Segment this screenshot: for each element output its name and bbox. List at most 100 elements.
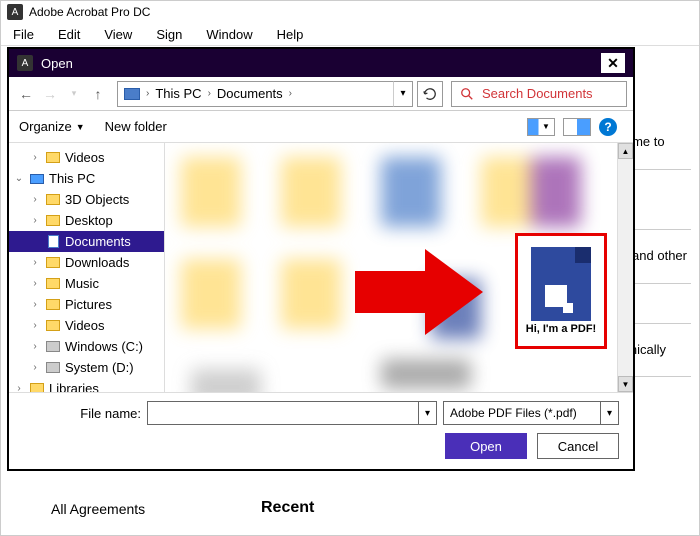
drive-icon xyxy=(45,340,61,354)
tree-item-videos[interactable]: › Videos xyxy=(9,147,164,168)
chevron-right-icon: › xyxy=(146,88,149,99)
organize-menu[interactable]: Organize ▼ xyxy=(19,119,85,134)
app-title: Adobe Acrobat Pro DC xyxy=(29,5,150,19)
bg-all-agreements[interactable]: All Agreements xyxy=(51,501,145,517)
folder-tree[interactable]: ›Videos⌄This PC›3D Objects›DesktopDocume… xyxy=(9,143,165,392)
folder-icon xyxy=(45,277,61,291)
close-button[interactable]: ✕ xyxy=(601,53,625,73)
nav-back-icon[interactable]: ← xyxy=(15,83,37,105)
highlighted-pdf-file[interactable]: Hi, I'm a PDF! xyxy=(515,233,607,349)
tree-item-music[interactable]: › Music xyxy=(9,273,164,294)
menu-file[interactable]: File xyxy=(3,25,44,44)
tree-item-libraries[interactable]: › Libraries xyxy=(9,378,164,392)
filename-label: File name: xyxy=(23,406,141,421)
folder-icon xyxy=(45,193,61,207)
acrobat-logo-icon: A xyxy=(17,55,33,71)
nav-forward-icon: → xyxy=(39,83,61,105)
acrobat-logo-icon: A xyxy=(7,4,23,20)
tree-item-videos[interactable]: ›Videos xyxy=(9,315,164,336)
tree-item-label: Music xyxy=(65,276,99,291)
open-button[interactable]: Open xyxy=(445,433,527,459)
dialog-toolbar: Organize ▼ New folder ▼ ? xyxy=(9,111,633,143)
breadcrumb[interactable]: › This PC › Documents › xyxy=(117,81,394,107)
pc-icon xyxy=(29,172,45,186)
nav-history-dropdown[interactable]: ▾ xyxy=(63,83,85,105)
tree-item-downloads[interactable]: › Downloads xyxy=(9,252,164,273)
chevron-icon: › xyxy=(29,152,41,163)
chevron-right-icon: › xyxy=(289,88,292,99)
tree-item-3d-objects[interactable]: › 3D Objects xyxy=(9,189,164,210)
dialog-titlebar: A Open ✕ xyxy=(9,49,633,77)
nav-up-icon[interactable]: ↑ xyxy=(87,83,109,105)
tree-item-system--d--[interactable]: › System (D:) xyxy=(9,357,164,378)
dialog-footer: File name: ▾ Adobe PDF Files (*.pdf) ▾ O… xyxy=(9,392,633,469)
cancel-button[interactable]: Cancel xyxy=(537,433,619,459)
dialog-navbar: ← → ▾ ↑ › This PC › Documents › ▾ Search… xyxy=(9,77,633,111)
search-placeholder: Search Documents xyxy=(482,86,593,101)
menu-help[interactable]: Help xyxy=(267,25,314,44)
drive-icon xyxy=(45,361,61,375)
chevron-icon: › xyxy=(29,278,41,289)
tree-item-label: Desktop xyxy=(65,213,113,228)
pdf-file-label: Hi, I'm a PDF! xyxy=(526,323,596,335)
new-folder-button[interactable]: New folder xyxy=(105,119,167,134)
tree-item-label: System (D:) xyxy=(65,360,134,375)
menu-sign[interactable]: Sign xyxy=(146,25,192,44)
dialog-title: Open xyxy=(41,56,73,71)
tree-item-label: Downloads xyxy=(65,255,129,270)
chevron-icon: › xyxy=(29,257,41,268)
doc-icon xyxy=(45,235,61,249)
tree-item-label: Windows (C:) xyxy=(65,339,143,354)
scroll-down-button[interactable]: ▼ xyxy=(618,376,633,392)
tree-item-label: 3D Objects xyxy=(65,192,129,207)
pc-icon xyxy=(124,88,140,100)
menu-view[interactable]: View xyxy=(94,25,142,44)
open-dialog: A Open ✕ ← → ▾ ↑ › This PC › Documents ›… xyxy=(7,47,635,471)
filename-input[interactable]: ▾ xyxy=(147,401,437,425)
view-mode-button[interactable]: ▼ xyxy=(527,118,555,136)
vertical-scrollbar[interactable]: ▲ ▼ xyxy=(617,143,633,392)
bg-recent: Recent xyxy=(261,499,314,517)
tree-item-label: Videos xyxy=(65,318,105,333)
refresh-icon xyxy=(423,87,437,101)
tree-item-documents[interactable]: Documents xyxy=(9,231,164,252)
filter-dropdown[interactable]: ▾ xyxy=(600,402,618,424)
folder-icon xyxy=(45,319,61,333)
pdf-file-icon xyxy=(531,247,591,321)
app-titlebar: A Adobe Acrobat Pro DC xyxy=(1,1,699,23)
chevron-icon: › xyxy=(29,194,41,205)
lib-icon xyxy=(29,382,45,393)
tree-item-desktop[interactable]: › Desktop xyxy=(9,210,164,231)
tree-item-label: Libraries xyxy=(49,381,99,392)
tree-item-label: This PC xyxy=(49,171,95,186)
chevron-icon: › xyxy=(29,215,41,226)
chevron-down-icon: ▼ xyxy=(76,122,85,132)
filename-dropdown[interactable]: ▾ xyxy=(418,402,436,424)
refresh-button[interactable] xyxy=(417,81,443,107)
tree-item-label: Videos xyxy=(65,150,105,165)
breadcrumb-folder[interactable]: Documents xyxy=(217,86,283,101)
breadcrumb-root[interactable]: This PC xyxy=(155,86,201,101)
menu-window[interactable]: Window xyxy=(196,25,262,44)
tree-item-pictures[interactable]: › Pictures xyxy=(9,294,164,315)
chevron-icon: › xyxy=(29,299,41,310)
tree-item-windows--c--[interactable]: ›Windows (C:) xyxy=(9,336,164,357)
preview-pane-button[interactable] xyxy=(563,118,591,136)
breadcrumb-dropdown[interactable]: ▾ xyxy=(393,81,413,107)
help-button[interactable]: ? xyxy=(599,118,617,136)
chevron-icon: › xyxy=(29,362,41,373)
search-input[interactable]: Search Documents xyxy=(451,81,627,107)
tree-item-this-pc[interactable]: ⌄This PC xyxy=(9,168,164,189)
folder-icon xyxy=(45,256,61,270)
file-list-area[interactable]: Hi, I'm a PDF! ▲ ▼ xyxy=(165,143,633,392)
tree-item-label: Pictures xyxy=(65,297,112,312)
scroll-up-button[interactable]: ▲ xyxy=(618,143,633,159)
chevron-right-icon: › xyxy=(208,88,211,99)
folder-icon xyxy=(45,214,61,228)
search-icon xyxy=(460,87,474,101)
chevron-icon: › xyxy=(13,383,25,392)
folder-icon xyxy=(45,151,61,165)
menu-edit[interactable]: Edit xyxy=(48,25,90,44)
menu-bar: File Edit View Sign Window Help xyxy=(1,23,699,45)
file-type-filter[interactable]: Adobe PDF Files (*.pdf) ▾ xyxy=(443,401,619,425)
